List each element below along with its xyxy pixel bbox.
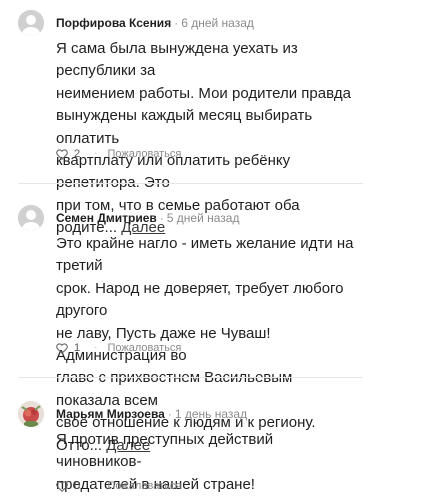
separator-dot: · (94, 480, 98, 491)
user-photo-icon (18, 401, 44, 427)
author-name[interactable]: Марьям Мирзоева (56, 407, 165, 421)
author-name[interactable]: Порфирова Ксения (56, 16, 171, 30)
comment-header: Марьям Мирзоева · 1 день назад (56, 407, 247, 421)
user-placeholder-icon (18, 205, 44, 231)
like-count: 1 (74, 342, 81, 354)
heart-icon (56, 480, 68, 492)
report-button[interactable]: Пожаловаться (107, 341, 181, 355)
avatar[interactable] (18, 10, 44, 36)
avatar[interactable] (18, 205, 44, 231)
comment-text-line: главе с прихвостнем Васильевым показала … (56, 369, 293, 409)
user-placeholder-icon (18, 10, 44, 36)
report-button[interactable]: Пожаловаться (107, 147, 181, 161)
comment-actions: 0 · Пожаловаться (56, 479, 181, 493)
like-button[interactable]: 2 (56, 147, 80, 161)
comment-text-line: вынуждены каждый месяц выбирать оплатить (56, 107, 313, 147)
author-name[interactable]: Семен Дмитриев (56, 211, 157, 225)
comment-actions: 1 · Пожаловаться (56, 341, 181, 355)
comment-header: Порфирова Ксения · 6 дней назад (56, 16, 254, 30)
like-button[interactable]: 0 (56, 479, 80, 493)
comment-actions: 2 · Пожаловаться (56, 147, 181, 161)
like-button[interactable]: 1 (56, 341, 80, 355)
comment-divider (18, 183, 363, 184)
comment-time: 5 дней назад (166, 211, 240, 225)
comment-text-line: Я против преступных действий чиновников- (56, 431, 274, 471)
like-count: 2 (74, 148, 81, 160)
comment-divider (18, 377, 363, 378)
separator-dot: · (159, 211, 164, 225)
comments-feed: Порфирова Ксения · 6 дней назад Я сама был… (0, 0, 424, 500)
comment-text-line: неимением работы. Мои родители правда (56, 84, 352, 102)
separator-dot: · (94, 342, 98, 353)
comment-text-line: срок. Народ не доверяет, требует любого … (56, 279, 344, 320)
comment-time: 6 дней назад (181, 16, 254, 30)
comment-text-line: Это крайне нагло - иметь желание идти на… (56, 235, 354, 275)
like-count: 0 (74, 480, 81, 492)
comment-time: 1 день назад (174, 407, 248, 421)
separator-dot: · (94, 148, 98, 159)
comment-text-line: Я сама была вынуждена уехать из республи… (56, 40, 298, 80)
comment-header: Семен Дмитриев · 5 дней назад (56, 211, 239, 225)
heart-icon (56, 342, 68, 354)
report-button[interactable]: Пожаловаться (107, 479, 181, 493)
separator-dot: · (167, 407, 172, 421)
comment-text: Я сама была вынуждена уехать из республи… (56, 38, 356, 240)
avatar[interactable] (18, 401, 44, 427)
heart-icon (56, 148, 68, 160)
separator-dot: · (174, 16, 179, 30)
